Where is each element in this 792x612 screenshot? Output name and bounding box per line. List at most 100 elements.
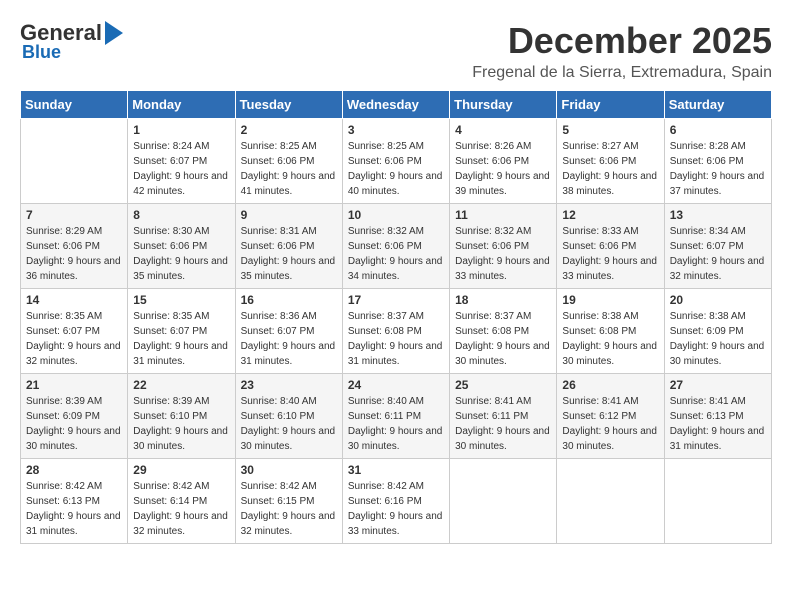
day-info: Sunrise: 8:37 AMSunset: 6:08 PMDaylight:… bbox=[455, 309, 551, 369]
logo: General Blue bbox=[20, 20, 123, 63]
day-info: Sunrise: 8:30 AMSunset: 6:06 PMDaylight:… bbox=[133, 224, 229, 284]
day-number: 10 bbox=[348, 208, 444, 222]
day-info: Sunrise: 8:35 AMSunset: 6:07 PMDaylight:… bbox=[133, 309, 229, 369]
day-info: Sunrise: 8:35 AMSunset: 6:07 PMDaylight:… bbox=[26, 309, 122, 369]
day-info: Sunrise: 8:41 AMSunset: 6:11 PMDaylight:… bbox=[455, 394, 551, 454]
day-info: Sunrise: 8:27 AMSunset: 6:06 PMDaylight:… bbox=[562, 139, 658, 199]
day-number: 14 bbox=[26, 293, 122, 307]
day-number: 4 bbox=[455, 123, 551, 137]
day-info: Sunrise: 8:39 AMSunset: 6:10 PMDaylight:… bbox=[133, 394, 229, 454]
page-header: General Blue December 2025 Fregenal de l… bbox=[20, 20, 772, 82]
day-info: Sunrise: 8:25 AMSunset: 6:06 PMDaylight:… bbox=[348, 139, 444, 199]
day-number: 8 bbox=[133, 208, 229, 222]
calendar-cell: 21Sunrise: 8:39 AMSunset: 6:09 PMDayligh… bbox=[21, 374, 128, 459]
calendar-cell bbox=[450, 459, 557, 544]
day-number: 30 bbox=[241, 463, 337, 477]
calendar-cell: 1Sunrise: 8:24 AMSunset: 6:07 PMDaylight… bbox=[128, 119, 235, 204]
day-number: 18 bbox=[455, 293, 551, 307]
weekday-header-saturday: Saturday bbox=[664, 91, 771, 119]
calendar-cell: 27 Sunrise: 8:41 AMSunset: 6:13 PMDayligh… bbox=[664, 374, 771, 459]
calendar-cell: 7 Sunrise: 8:29 AMSunset: 6:06 PMDaylight… bbox=[21, 204, 128, 289]
day-number: 5 bbox=[562, 123, 658, 137]
day-info: Sunrise: 8:26 AMSunset: 6:06 PMDaylight:… bbox=[455, 139, 551, 199]
day-number: 15 bbox=[133, 293, 229, 307]
calendar-cell: 19 Sunrise: 8:38 AMSunset: 6:08 PMDayligh… bbox=[557, 289, 664, 374]
day-info: Sunrise: 8:32 AMSunset: 6:06 PMDaylight:… bbox=[455, 224, 551, 284]
calendar-cell: 31Sunrise: 8:42 AMSunset: 6:16 PMDayligh… bbox=[342, 459, 449, 544]
day-number: 21 bbox=[26, 378, 122, 392]
day-info: Sunrise: 8:42 AMSunset: 6:13 PMDaylight:… bbox=[26, 479, 122, 539]
weekday-header-friday: Friday bbox=[557, 91, 664, 119]
weekday-header-thursday: Thursday bbox=[450, 91, 557, 119]
calendar-cell: 20 Sunrise: 8:38 AMSunset: 6:09 PMDayligh… bbox=[664, 289, 771, 374]
calendar-week-row: 1Sunrise: 8:24 AMSunset: 6:07 PMDaylight… bbox=[21, 119, 772, 204]
weekday-header-monday: Monday bbox=[128, 91, 235, 119]
day-number: 26 bbox=[562, 378, 658, 392]
calendar-cell: 5 Sunrise: 8:27 AMSunset: 6:06 PMDaylight… bbox=[557, 119, 664, 204]
weekday-header-row: SundayMondayTuesdayWednesdayThursdayFrid… bbox=[21, 91, 772, 119]
calendar-cell: 9Sunrise: 8:31 AMSunset: 6:06 PMDaylight… bbox=[235, 204, 342, 289]
day-number: 13 bbox=[670, 208, 766, 222]
calendar-cell: 15 Sunrise: 8:35 AMSunset: 6:07 PMDayligh… bbox=[128, 289, 235, 374]
weekday-header-tuesday: Tuesday bbox=[235, 91, 342, 119]
day-info: Sunrise: 8:41 AMSunset: 6:12 PMDaylight:… bbox=[562, 394, 658, 454]
weekday-header-sunday: Sunday bbox=[21, 91, 128, 119]
day-number: 11 bbox=[455, 208, 551, 222]
day-info: Sunrise: 8:33 AMSunset: 6:06 PMDaylight:… bbox=[562, 224, 658, 284]
day-info: Sunrise: 8:42 AMSunset: 6:15 PMDaylight:… bbox=[241, 479, 337, 539]
calendar-cell: 2 Sunrise: 8:25 AMSunset: 6:06 PMDaylight… bbox=[235, 119, 342, 204]
day-number: 20 bbox=[670, 293, 766, 307]
day-number: 9 bbox=[241, 208, 337, 222]
day-info: Sunrise: 8:36 AMSunset: 6:07 PMDaylight:… bbox=[241, 309, 337, 369]
day-number: 2 bbox=[241, 123, 337, 137]
day-number: 25 bbox=[455, 378, 551, 392]
day-number: 23 bbox=[241, 378, 337, 392]
calendar-cell: 8 Sunrise: 8:30 AMSunset: 6:06 PMDaylight… bbox=[128, 204, 235, 289]
calendar-cell: 22Sunrise: 8:39 AMSunset: 6:10 PMDayligh… bbox=[128, 374, 235, 459]
location-subtitle: Fregenal de la Sierra, Extremadura, Spai… bbox=[472, 64, 772, 82]
calendar-week-row: 21Sunrise: 8:39 AMSunset: 6:09 PMDayligh… bbox=[21, 374, 772, 459]
day-number: 7 bbox=[26, 208, 122, 222]
calendar-cell bbox=[21, 119, 128, 204]
logo-blue-text: Blue bbox=[22, 42, 61, 63]
day-info: Sunrise: 8:37 AMSunset: 6:08 PMDaylight:… bbox=[348, 309, 444, 369]
day-info: Sunrise: 8:25 AMSunset: 6:06 PMDaylight:… bbox=[241, 139, 337, 199]
day-info: Sunrise: 8:38 AMSunset: 6:09 PMDaylight:… bbox=[670, 309, 766, 369]
day-info: Sunrise: 8:41 AMSunset: 6:13 PMDaylight:… bbox=[670, 394, 766, 454]
calendar-cell: 25 Sunrise: 8:41 AMSunset: 6:11 PMDayligh… bbox=[450, 374, 557, 459]
calendar-cell: 24Sunrise: 8:40 AMSunset: 6:11 PMDayligh… bbox=[342, 374, 449, 459]
day-number: 6 bbox=[670, 123, 766, 137]
calendar-week-row: 7 Sunrise: 8:29 AMSunset: 6:06 PMDaylight… bbox=[21, 204, 772, 289]
day-info: Sunrise: 8:38 AMSunset: 6:08 PMDaylight:… bbox=[562, 309, 658, 369]
calendar-cell: 4 Sunrise: 8:26 AMSunset: 6:06 PMDaylight… bbox=[450, 119, 557, 204]
calendar-cell: 13Sunrise: 8:34 AMSunset: 6:07 PMDayligh… bbox=[664, 204, 771, 289]
day-number: 29 bbox=[133, 463, 229, 477]
logo-arrow-icon bbox=[105, 21, 123, 45]
day-number: 28 bbox=[26, 463, 122, 477]
calendar-cell: 23 Sunrise: 8:40 AMSunset: 6:10 PMDayligh… bbox=[235, 374, 342, 459]
day-number: 27 bbox=[670, 378, 766, 392]
calendar-cell: 17 Sunrise: 8:37 AMSunset: 6:08 PMDayligh… bbox=[342, 289, 449, 374]
day-number: 24 bbox=[348, 378, 444, 392]
day-info: Sunrise: 8:24 AMSunset: 6:07 PMDaylight:… bbox=[133, 139, 229, 199]
calendar-cell: 10 Sunrise: 8:32 AMSunset: 6:06 PMDayligh… bbox=[342, 204, 449, 289]
day-number: 19 bbox=[562, 293, 658, 307]
calendar-week-row: 28 Sunrise: 8:42 AMSunset: 6:13 PMDayligh… bbox=[21, 459, 772, 544]
calendar-cell bbox=[557, 459, 664, 544]
calendar-cell: 3 Sunrise: 8:25 AMSunset: 6:06 PMDaylight… bbox=[342, 119, 449, 204]
day-info: Sunrise: 8:32 AMSunset: 6:06 PMDaylight:… bbox=[348, 224, 444, 284]
title-section: December 2025 Fregenal de la Sierra, Ext… bbox=[472, 20, 772, 82]
day-number: 3 bbox=[348, 123, 444, 137]
day-info: Sunrise: 8:40 AMSunset: 6:10 PMDaylight:… bbox=[241, 394, 337, 454]
calendar-cell: 14 Sunrise: 8:35 AMSunset: 6:07 PMDayligh… bbox=[21, 289, 128, 374]
calendar-cell: 12 Sunrise: 8:33 AMSunset: 6:06 PMDayligh… bbox=[557, 204, 664, 289]
day-number: 17 bbox=[348, 293, 444, 307]
calendar-cell: 18 Sunrise: 8:37 AMSunset: 6:08 PMDayligh… bbox=[450, 289, 557, 374]
calendar-week-row: 14 Sunrise: 8:35 AMSunset: 6:07 PMDayligh… bbox=[21, 289, 772, 374]
calendar-table: SundayMondayTuesdayWednesdayThursdayFrid… bbox=[20, 90, 772, 544]
day-number: 16 bbox=[241, 293, 337, 307]
calendar-cell: 28 Sunrise: 8:42 AMSunset: 6:13 PMDayligh… bbox=[21, 459, 128, 544]
month-year-title: December 2025 bbox=[472, 20, 772, 62]
day-info: Sunrise: 8:29 AMSunset: 6:06 PMDaylight:… bbox=[26, 224, 122, 284]
day-number: 12 bbox=[562, 208, 658, 222]
